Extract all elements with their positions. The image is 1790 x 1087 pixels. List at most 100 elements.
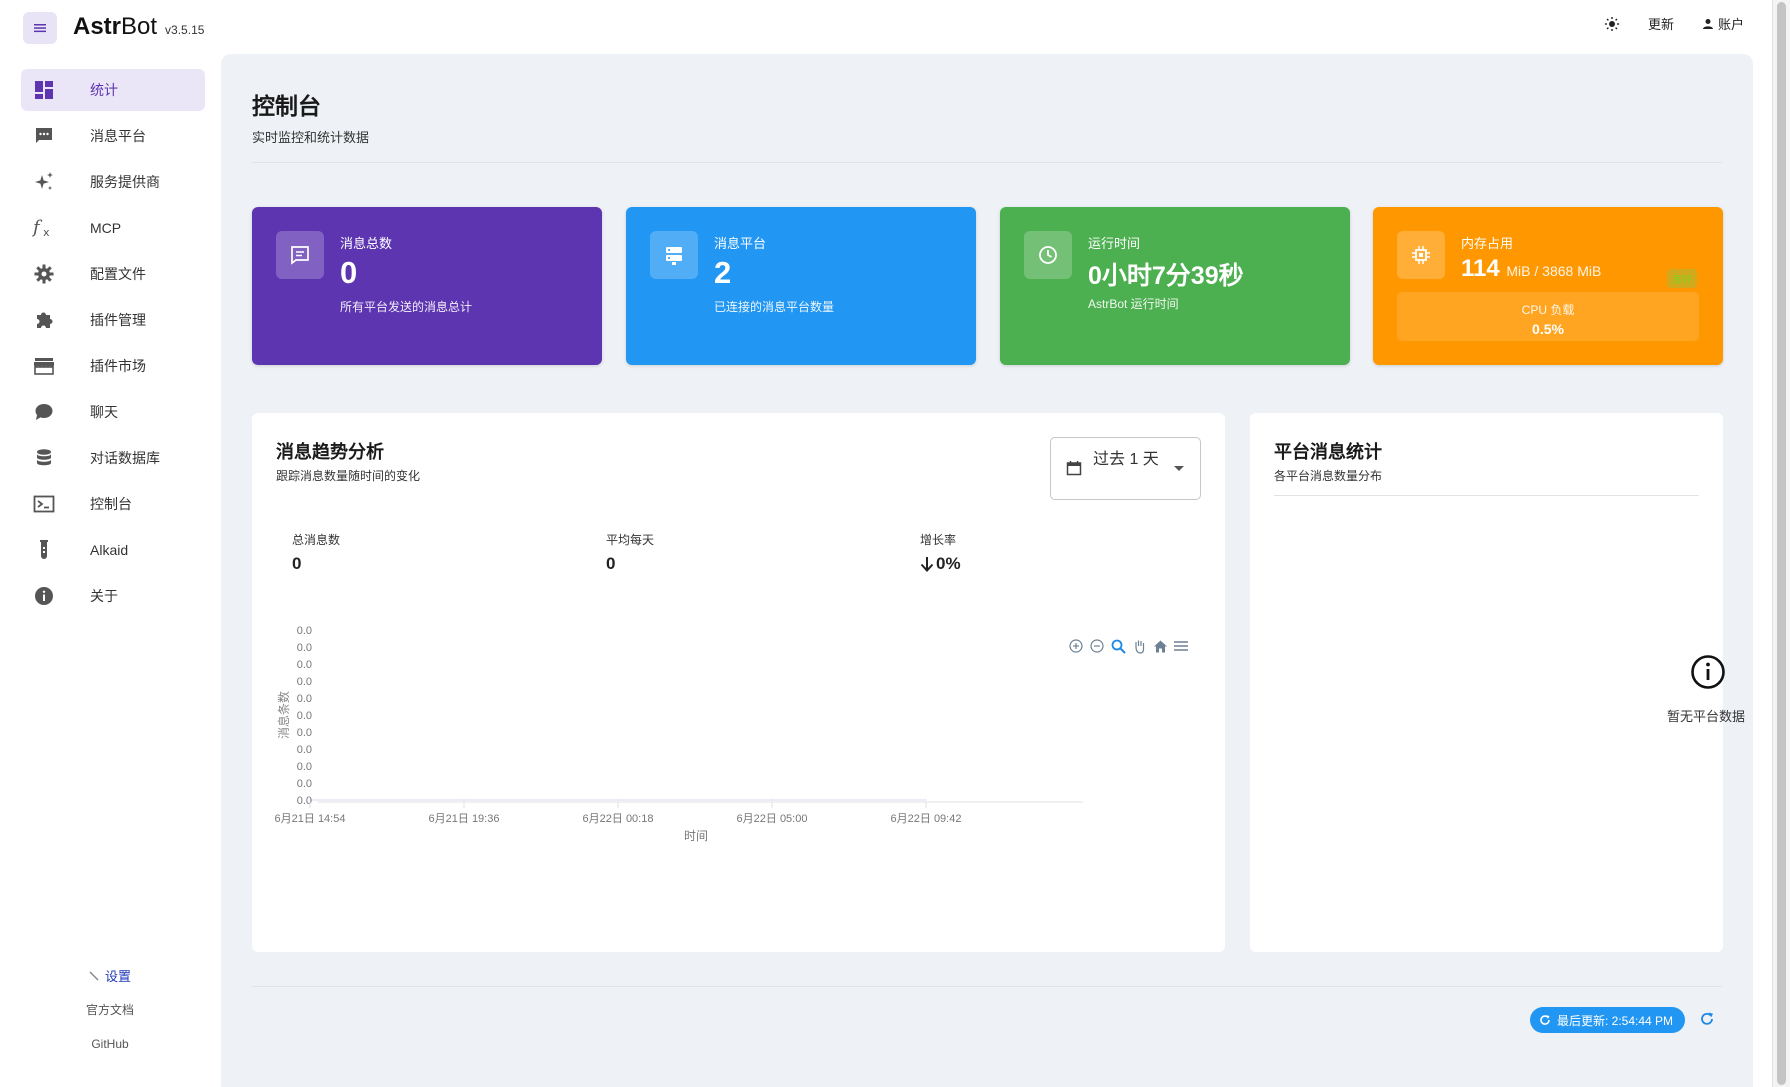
- sidebar-item-plugins[interactable]: 插件管理: [21, 299, 205, 341]
- clock-icon: [1039, 246, 1057, 264]
- stat-card-uptime: 运行时间 0小时7分39秒 AstrBot 运行时间: [1000, 207, 1350, 365]
- stat-value: 114 MiB / 3868 MiB: [1461, 255, 1601, 283]
- stat-card-messages: 消息总数 0 所有平台发送的消息总计: [252, 207, 602, 365]
- sidebar-item-label: 对话数据库: [90, 450, 160, 466]
- sparkles-icon: [35, 172, 53, 190]
- x-tick-label: 6月22日 05:00: [737, 813, 808, 825]
- divider: [1274, 495, 1699, 496]
- main-content: 控制台 实时监控和统计数据 消息总数 0 所有平台发送的消息总计 消息平台 2 …: [221, 54, 1753, 1087]
- sidebar-item-chat[interactable]: 聊天: [21, 391, 205, 433]
- sidebar-item-label: 控制台: [90, 496, 132, 512]
- database-icon: [37, 449, 51, 466]
- account-button[interactable]: 账户: [1702, 14, 1744, 33]
- icon-box: [1024, 231, 1072, 279]
- memory-unit: MiB / 3868 MiB: [1506, 263, 1602, 279]
- sun-icon: [1604, 16, 1619, 31]
- sidebar: 统计 消息平台 服务提供商 fx MCP 配置文件 插件管理 插件市场 聊天 对…: [0, 54, 220, 1087]
- docs-link[interactable]: 官方文档: [0, 1001, 220, 1018]
- app-name-bold: Astr: [73, 13, 122, 40]
- theme-toggle-button[interactable]: [1604, 16, 1620, 32]
- svg-text:x: x: [43, 226, 50, 239]
- refresh-icon[interactable]: [1699, 1011, 1715, 1027]
- info-outline-icon: [1691, 655, 1725, 689]
- flask-icon: [40, 540, 48, 559]
- sidebar-item-market[interactable]: 插件市场: [21, 345, 205, 387]
- page-subtitle: 实时监控和统计数据: [252, 130, 370, 145]
- sidebar-item-label: 关于: [90, 588, 118, 604]
- menu-toggle-button[interactable]: [23, 12, 57, 44]
- icon-box: [650, 231, 698, 279]
- status-badge: 良好: [1667, 269, 1697, 288]
- sidebar-item-label: 消息平台: [90, 128, 146, 144]
- sidebar-item-label: 配置文件: [90, 266, 146, 282]
- sidebar-item-label: 插件市场: [90, 358, 146, 374]
- last-update-text: 最后更新: 2:54:44 PM: [1557, 1013, 1674, 1028]
- svg-text:f: f: [32, 217, 43, 238]
- memory-used: 114: [1461, 255, 1500, 282]
- comment-icon: [35, 404, 53, 420]
- dashboard-icon: [35, 81, 53, 99]
- sidebar-item-config[interactable]: 配置文件: [21, 253, 205, 295]
- x-tick-label: 6月21日 19:36: [429, 813, 500, 825]
- x-tick-label: 6月21日 14:54: [275, 813, 346, 825]
- gear-icon: [34, 264, 54, 284]
- data-point: [617, 799, 619, 801]
- sidebar-item-mcp[interactable]: fx MCP: [21, 207, 205, 249]
- sidebar-item-platforms[interactable]: 消息平台: [21, 115, 205, 157]
- x-tick-label: 6月22日 00:18: [583, 813, 654, 825]
- stat-title: 消息总数: [340, 236, 393, 251]
- sidebar-item-alkaid[interactable]: Alkaid: [21, 529, 205, 571]
- data-point: [771, 799, 773, 801]
- sidebar-item-label: 插件管理: [90, 312, 146, 328]
- divider: [252, 986, 1722, 987]
- sidebar-item-stats[interactable]: 统计: [21, 69, 205, 111]
- platform-stats-card: 平台消息统计 各平台消息数量分布: [1250, 413, 1723, 952]
- sidebar-nav: 统计 消息平台 服务提供商 fx MCP 配置文件 插件管理 插件市场 聊天 对…: [21, 69, 205, 621]
- y-tick-label: 0.0: [297, 625, 312, 637]
- data-point: [463, 799, 465, 801]
- last-update-chip[interactable]: 最后更新: 2:54:44 PM: [1530, 1007, 1686, 1033]
- message-trend-card: 消息趋势分析 跟踪消息数量随时间的变化 过去 1 天 总消息数 0 平均每天 0…: [252, 413, 1225, 952]
- cpu-value: 0.5%: [1532, 321, 1564, 337]
- x-axis-title: 时间: [684, 829, 708, 843]
- stat-title: 内存占用: [1461, 236, 1514, 251]
- message-trend-chart: 0.00.00.00.00.00.00.00.00.00.00.06月21日 1…: [275, 625, 1083, 843]
- sidebar-item-console[interactable]: 控制台: [21, 483, 205, 525]
- empty-state-text: 暂无平台数据: [1667, 709, 1746, 724]
- data-point: [925, 799, 927, 801]
- github-link[interactable]: GitHub: [0, 1037, 220, 1051]
- sidebar-item-label: Alkaid: [90, 542, 129, 558]
- stat-value: 0: [340, 255, 358, 290]
- server-icon: [666, 247, 682, 265]
- function-icon: fx: [32, 217, 50, 239]
- page-scrollbar[interactable]: [1772, 0, 1790, 1087]
- sidebar-item-about[interactable]: 关于: [21, 575, 205, 617]
- stat-title: 消息平台: [714, 236, 767, 251]
- y-tick-label: 0.0: [297, 778, 312, 790]
- y-tick-label: 0.0: [297, 676, 312, 688]
- app-name-rest: Bot: [121, 13, 158, 40]
- divider: [252, 162, 1722, 163]
- y-tick-label: 0.0: [297, 642, 312, 654]
- sidebar-item-label: 统计: [90, 82, 118, 98]
- y-tick-label: 0.0: [297, 659, 312, 671]
- info-icon: [35, 587, 53, 605]
- wrench-icon: [89, 970, 99, 981]
- y-tick-label: 0.0: [297, 761, 312, 773]
- settings-link[interactable]: 设置: [0, 966, 220, 985]
- page-title: 控制台: [252, 93, 321, 119]
- update-button[interactable]: 更新: [1648, 14, 1674, 33]
- scrollbar-thumb[interactable]: [1777, 2, 1786, 1085]
- terminal-icon: [33, 495, 55, 513]
- chip-icon: [1412, 246, 1430, 264]
- app-brand[interactable]: AstrBot v3.5.15: [73, 13, 204, 41]
- stat-value: 2: [714, 255, 732, 290]
- stat-description: AstrBot 运行时间: [1088, 297, 1179, 311]
- sidebar-item-providers[interactable]: 服务提供商: [21, 161, 205, 203]
- card-subtitle: 各平台消息数量分布: [1274, 469, 1383, 483]
- y-tick-label: 0.0: [297, 710, 312, 722]
- sidebar-item-database[interactable]: 对话数据库: [21, 437, 205, 479]
- data-point: [309, 799, 311, 801]
- sidebar-footer: 设置 官方文档 GitHub: [0, 966, 220, 1070]
- store-icon: [34, 358, 54, 375]
